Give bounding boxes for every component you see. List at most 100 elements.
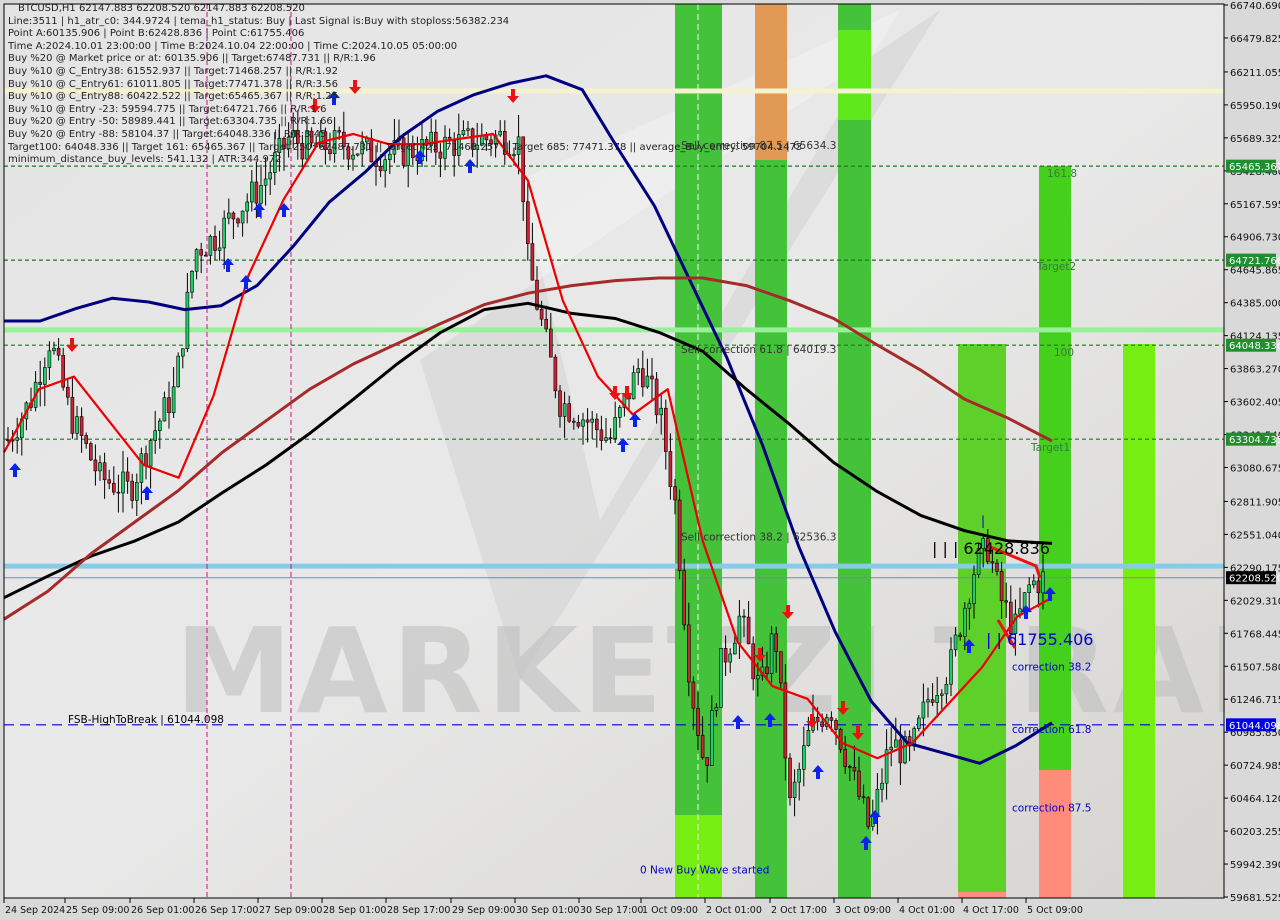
price-label: 65465.367	[1229, 162, 1280, 173]
candle-bear	[746, 616, 751, 645]
info-line: Buy %10 @ C_Entry88: 60422.522 || Target…	[8, 91, 338, 103]
candle-bear	[204, 254, 208, 257]
candle-bull	[636, 368, 641, 374]
candle-bull	[148, 440, 153, 467]
candle-bear	[705, 757, 710, 766]
candle-bear	[56, 347, 61, 356]
candle-bull	[176, 355, 180, 388]
zone-red-5	[1039, 770, 1071, 898]
candle-bull	[604, 437, 608, 441]
annotation-label: correction 61.8	[1012, 724, 1091, 736]
candle-bull	[953, 634, 958, 651]
time-tick-label: 25 Sep 09:00	[66, 905, 129, 916]
info-line: Point A:60135.906 | Point B:62428.836 | …	[8, 28, 305, 40]
candle-bear	[778, 651, 783, 684]
candle-bull	[15, 437, 19, 441]
candle-bear	[112, 482, 116, 493]
candle-bear	[742, 615, 746, 618]
candle-bear	[213, 236, 217, 251]
candle-bull	[245, 201, 249, 212]
time-tick-label: 2 Oct 01:00	[706, 905, 762, 916]
info-line: Buy %20 @ Entry -50: 58989.441 || Target…	[8, 116, 333, 128]
candle-bull	[75, 416, 79, 434]
candle-bull	[190, 270, 194, 293]
candle-bear	[254, 181, 259, 204]
candle-bear	[236, 218, 240, 224]
candle-bull	[181, 348, 185, 357]
candle-bear	[548, 328, 553, 358]
candle-bull	[755, 675, 760, 680]
price-tick-label: 61507.580	[1230, 662, 1280, 673]
candle-bear	[995, 562, 999, 572]
candle-bear	[199, 249, 203, 256]
candle-bear	[834, 720, 838, 730]
info-line: Line:3511 | h1_atr_c0: 344.9724 | tema_h…	[8, 15, 510, 27]
candle-bear	[102, 462, 107, 481]
zone-red-4-base	[958, 892, 1006, 898]
candle-bear	[93, 459, 98, 472]
candle-bear	[558, 390, 562, 417]
candle-bear	[866, 797, 871, 827]
price-tick-label: 65950.190	[1230, 101, 1280, 112]
annotation-label: Sell correction 38.2 | 62536.3	[681, 531, 836, 543]
candle-bull	[631, 372, 636, 400]
candle-bear	[116, 491, 121, 494]
candle-bear	[691, 681, 696, 709]
price-tick-label: 62551.040	[1230, 530, 1280, 541]
price-label: 63304.735	[1229, 435, 1280, 446]
candle-bear	[6, 439, 10, 442]
candle-bull	[613, 417, 618, 439]
candle-bull	[926, 699, 930, 703]
candle-bull	[590, 418, 595, 423]
price-label: 64721.766	[1229, 256, 1280, 267]
candle-bull	[581, 419, 585, 427]
time-tick-label: 27 Sep 09:00	[259, 905, 322, 916]
candle-bear	[788, 757, 792, 798]
annotation-label: Target2	[1036, 261, 1076, 273]
candle-bear	[829, 717, 834, 721]
candle-bull	[194, 249, 199, 272]
candle-bull	[939, 693, 944, 696]
candle-bear	[686, 624, 691, 683]
price-tick-label: 66740.690	[1230, 1, 1280, 12]
candle-bear	[79, 416, 84, 436]
candle-bull	[916, 717, 921, 729]
price-tick-label: 64906.730	[1230, 233, 1280, 244]
annotation-label: FSB-HighToBreak | 61044.098	[68, 714, 224, 726]
candle-bull	[208, 236, 213, 256]
candle-bull	[967, 603, 972, 609]
price-label: 64048.336	[1229, 341, 1280, 352]
candle-bear	[682, 570, 687, 626]
candle-bear	[999, 570, 1004, 602]
candle-bull	[797, 769, 802, 783]
candle-bull	[268, 172, 273, 180]
candle-bear	[861, 796, 866, 799]
candle-bear	[594, 418, 599, 431]
candle-bear	[585, 419, 590, 423]
candle-bear	[144, 453, 148, 467]
time-tick-label: 5 Oct 09:00	[1027, 905, 1083, 916]
price-tick-label: 65689.325	[1230, 134, 1280, 145]
info-line: minimum_distance_buy_levels: 541.132 | A…	[8, 154, 282, 166]
candle-bull	[769, 633, 774, 674]
candle-bull	[889, 746, 894, 751]
time-tick-label: 4 Oct 01:00	[899, 905, 955, 916]
candle-bear	[61, 355, 66, 388]
price-tick-label: 61768.445	[1230, 629, 1280, 640]
candle-bear	[820, 721, 825, 727]
candle-bear	[125, 471, 130, 482]
price-tick-label: 64645.865	[1230, 266, 1280, 277]
price-tick-label: 63602.405	[1230, 398, 1280, 409]
candle-bull	[227, 212, 231, 219]
candle-bull	[263, 178, 268, 186]
annotation-label: 161.8	[1047, 168, 1077, 180]
annotation-label: | | 61755.406	[986, 630, 1093, 649]
price-tick-label: 59681.525	[1230, 893, 1280, 904]
candle-bear	[723, 648, 728, 663]
candle-bear	[66, 386, 70, 398]
candle-bull	[240, 210, 245, 224]
candle-bear	[567, 403, 572, 422]
annotation-label: correction 38.2	[1012, 662, 1091, 674]
candle-bear	[544, 318, 549, 330]
candle-bull	[1041, 571, 1045, 594]
